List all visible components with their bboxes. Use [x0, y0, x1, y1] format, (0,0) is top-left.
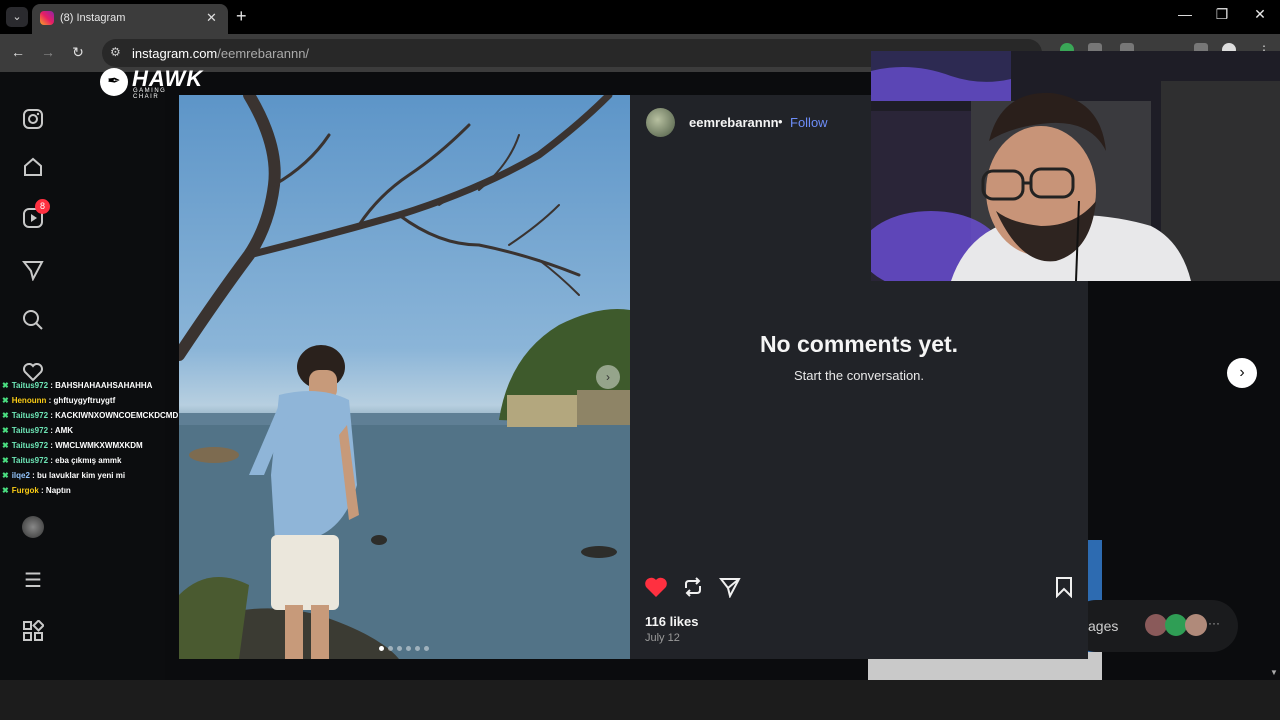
- tab-list-button[interactable]: ⌄: [6, 7, 28, 27]
- chat-message: ✖ Henounn : ghftuygyftruygtf: [2, 393, 182, 408]
- post-image[interactable]: ›: [179, 95, 630, 659]
- url-text: instagram.com/eemrebarannn/: [132, 46, 310, 61]
- platform-badge-icon: ✖: [2, 471, 9, 480]
- platform-badge-icon: ✖: [2, 396, 9, 405]
- feather-icon: ✒: [100, 68, 128, 96]
- chat-separator: :: [38, 486, 46, 495]
- scroll-down-arrow[interactable]: ▼: [1270, 668, 1278, 677]
- chat-text: bu lavuklar kim yeni mi: [37, 471, 126, 480]
- menu-icon[interactable]: ☰: [21, 569, 45, 593]
- minimize-button[interactable]: —: [1170, 6, 1200, 22]
- home-icon[interactable]: [21, 156, 45, 180]
- next-post-button[interactable]: ›: [1227, 358, 1257, 388]
- close-window-button[interactable]: ✕: [1245, 6, 1275, 23]
- carousel-dot: [397, 646, 402, 651]
- photo-illustration: [179, 95, 630, 659]
- chat-text: AMK: [54, 426, 74, 435]
- profile-icon[interactable]: [21, 515, 45, 539]
- browser-titlebar: ⌄ (8) Instagram ✕ + — ❐ ✕: [0, 0, 1280, 34]
- next-image-button[interactable]: ›: [596, 365, 620, 389]
- messages-pill[interactable]: ages ···: [1070, 600, 1238, 652]
- taskbar: [0, 680, 1280, 720]
- post-username[interactable]: eemrebarannn: [689, 115, 779, 130]
- messages-icon[interactable]: [21, 259, 45, 283]
- webcam-overlay: [871, 51, 1280, 281]
- back-button[interactable]: ←: [8, 44, 28, 60]
- search-icon[interactable]: [21, 309, 45, 333]
- maximize-button[interactable]: ❐: [1207, 6, 1237, 23]
- chat-message: ✖ Taitus972 : WMCLWMKXWMXKDM: [2, 438, 182, 453]
- chat-text: eba çıkmış ammk: [55, 456, 122, 465]
- chat-username: ilqe2: [11, 471, 30, 480]
- repost-icon[interactable]: [680, 576, 706, 602]
- notification-badge: 8: [35, 199, 50, 214]
- chat-separator: :: [29, 471, 38, 480]
- chat-message: ✖ Taitus972 : KACKIWNXOWNCOEMCKDCMD: [2, 408, 182, 423]
- instagram-sidebar: ☰: [0, 72, 165, 680]
- platform-badge-icon: ✖: [2, 486, 9, 495]
- follow-button[interactable]: Follow: [790, 115, 828, 130]
- chat-username: Henounn: [11, 396, 47, 405]
- browser-tab[interactable]: (8) Instagram ✕: [32, 4, 228, 34]
- carousel-dot: [424, 646, 429, 651]
- chat-text: WMCLWMKXWMXKDM: [55, 441, 143, 450]
- avatar[interactable]: [646, 108, 675, 137]
- chat-message: ✖ Taitus972 : AMK: [2, 423, 182, 438]
- avatar: [1185, 614, 1207, 636]
- chat-username: Furgok: [11, 486, 39, 495]
- likes-count[interactable]: 116 likes: [645, 614, 699, 629]
- tab-title: (8) Instagram: [60, 12, 126, 24]
- chat-message: ✖ ilqe2 : bu lavuklar kim yeni mi: [2, 468, 182, 483]
- chat-separator: :: [48, 426, 55, 435]
- carousel-dot: [388, 646, 393, 651]
- chat-text: BAHSHAHAAHSAHAHHA: [55, 381, 153, 390]
- share-icon[interactable]: [717, 576, 743, 602]
- post-date[interactable]: July 12: [645, 632, 680, 644]
- instagram-icon[interactable]: [21, 108, 45, 132]
- avatar: [1145, 614, 1167, 636]
- avatar: [1165, 614, 1187, 636]
- chat-text: ghftuygyftruygtf: [53, 396, 116, 405]
- carousel-dot: [415, 646, 420, 651]
- bookmark-icon[interactable]: [1051, 576, 1077, 602]
- platform-badge-icon: ✖: [2, 381, 9, 390]
- platform-badge-icon: ✖: [2, 411, 9, 420]
- close-tab-icon[interactable]: ✕: [206, 10, 217, 26]
- platform-badge-icon: ✖: [2, 456, 9, 465]
- webcam-illustration: [871, 51, 1280, 281]
- chat-username: Taitus972: [11, 411, 49, 420]
- chat-username: Taitus972: [11, 381, 49, 390]
- chat-username: Taitus972: [11, 456, 49, 465]
- carousel-dot: [406, 646, 411, 651]
- separator-dot: •: [778, 114, 783, 129]
- site-settings-icon[interactable]: ⚙: [110, 45, 121, 59]
- chat-message: ✖ Furgok : Naptın: [2, 483, 182, 498]
- no-comments-heading: No comments yet.: [759, 331, 959, 357]
- new-tab-button[interactable]: +: [236, 6, 247, 27]
- logo-subtext: GAMING CHAIR: [133, 88, 167, 100]
- chat-message: ✖ Taitus972 : eba çıkmış ammk: [2, 453, 182, 468]
- reload-button[interactable]: ↻: [68, 44, 88, 61]
- messages-label: ages: [1088, 618, 1119, 634]
- chat-username: Taitus972: [11, 441, 49, 450]
- forward-button[interactable]: →: [38, 44, 58, 60]
- platform-badge-icon: ✖: [2, 426, 9, 435]
- more-icon[interactable]: [21, 619, 45, 644]
- like-heart-icon[interactable]: [643, 576, 669, 602]
- stream-chat-overlay: ✖ Taitus972 : BAHSHAHAAHSAHAHHA ✖ Henounn :…: [2, 378, 182, 498]
- chat-text: Naptın: [45, 486, 71, 495]
- chat-message: ✖ Taitus972 : BAHSHAHAAHSAHAHHA: [2, 378, 182, 393]
- platform-badge-icon: ✖: [2, 441, 9, 450]
- carousel-dot: [379, 646, 384, 651]
- start-conversation-text: Start the conversation.: [793, 368, 925, 383]
- instagram-favicon: [40, 11, 54, 25]
- chat-text: KACKIWNXOWNCOEMCKDCMD: [55, 411, 179, 420]
- more-icon: ···: [1208, 616, 1220, 630]
- carousel-dots: [379, 638, 433, 656]
- chat-username: Taitus972: [11, 426, 49, 435]
